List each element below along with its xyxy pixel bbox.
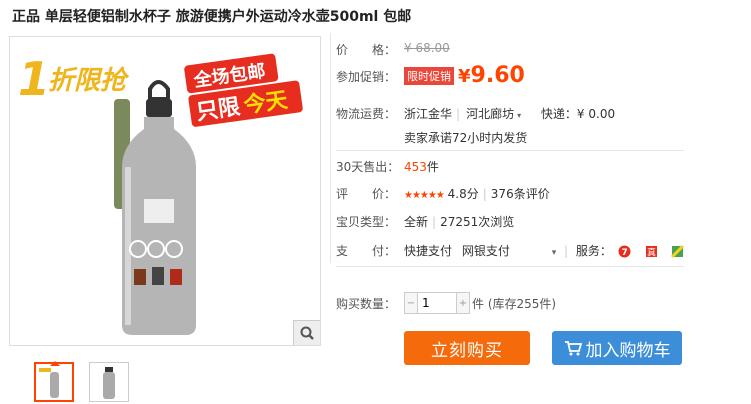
product-main-image[interactable]: 1 折限抢 全场包邮 只限 今天	[9, 36, 321, 346]
authentic-guarantee-icon[interactable]: 真	[645, 245, 658, 258]
quantity-input[interactable]	[417, 293, 457, 313]
divider	[336, 266, 684, 267]
increase-button[interactable]: +	[457, 293, 469, 313]
promo-price: ¥9.60	[458, 63, 525, 88]
payment-quick: 快捷支付	[404, 244, 453, 258]
product-title: 正品 单层轻便铝制水杯子 旅游便携户外运动冷水壶500ml 包邮	[12, 9, 412, 25]
svg-text:真: 真	[647, 247, 656, 259]
buy-now-button[interactable]: 立刻购买	[404, 331, 530, 365]
cart-icon	[564, 341, 582, 356]
thumbnail-bottle-image	[103, 367, 115, 399]
banner-discount-text: 折限抢	[48, 66, 130, 96]
shipping-note-row: 卖家承诺72小时内发货	[336, 129, 527, 145]
service-label: 服务：	[575, 244, 612, 258]
shipping-note: 卖家承诺72小时内发货	[404, 131, 528, 145]
payment-bank: 网银支付	[461, 244, 510, 258]
divider	[330, 33, 331, 263]
sales-row: 30天售出： 453件	[336, 160, 439, 174]
stock-info: 件 (库存255件)	[472, 297, 557, 311]
free-shipping-badge: 全场包邮 只限 今天	[184, 53, 303, 127]
rating-score: 4.8分	[447, 187, 479, 201]
decrease-button[interactable]: −	[405, 293, 417, 313]
banner-one-text: 1	[18, 52, 50, 106]
quantity-row: 购买数量： − + 件 (库存255件)	[336, 292, 556, 314]
zoom-button[interactable]	[293, 320, 320, 345]
chevron-down-icon: ▾	[517, 111, 522, 120]
thumbnail-1[interactable]	[34, 361, 74, 402]
price-row: 价 格： ¥ 68.00	[336, 41, 450, 57]
rating-stars: ★★★★★	[404, 190, 445, 201]
thumbnail-strip	[34, 361, 129, 402]
sales-count: 453	[404, 160, 427, 174]
svg-text:7: 7	[621, 248, 627, 258]
seven-day-return-icon[interactable]: 7	[618, 245, 631, 258]
thumbnail-2[interactable]	[89, 362, 129, 402]
thumbnail-bottle-image	[39, 368, 59, 398]
promo-row: 参加促销： 限时促销 ¥9.60	[336, 63, 525, 88]
promo-badge: 限时促销	[404, 66, 454, 85]
shipping-row: 物流运费： 浙江金华 | 河北廊坊 ▾ 快递：¥ 0.00	[336, 107, 616, 121]
original-price: ¥ 68.00	[404, 41, 450, 55]
payment-row: 支 付： 快捷支付 网银支付 ▾ | 服务： 7 真	[336, 242, 685, 259]
chevron-down-icon[interactable]: ▾	[552, 248, 557, 258]
add-to-cart-button[interactable]: 加入购物车	[552, 331, 682, 365]
view-count: 27251次浏览	[440, 215, 515, 229]
ship-from: 浙江金华	[404, 107, 453, 121]
water-bottle-image: 1 折限抢 全场包邮 只限 今天	[18, 52, 303, 335]
item-condition: 全新	[404, 215, 429, 229]
express-fee: 快递：¥ 0.00	[540, 107, 616, 121]
magnifier-icon	[300, 326, 314, 340]
reviews-link[interactable]: 376条评价	[491, 187, 550, 201]
divider	[336, 150, 684, 151]
ship-to[interactable]: 河北廊坊	[466, 107, 514, 121]
item-type-row: 宝贝类型： 全新 | 27251次浏览	[336, 215, 515, 229]
rating-row: 评 价： ★★★★★ 4.8分 | 376条评价	[336, 187, 550, 201]
cargo-insurance-icon[interactable]	[671, 245, 685, 258]
quantity-stepper: − +	[404, 292, 470, 314]
